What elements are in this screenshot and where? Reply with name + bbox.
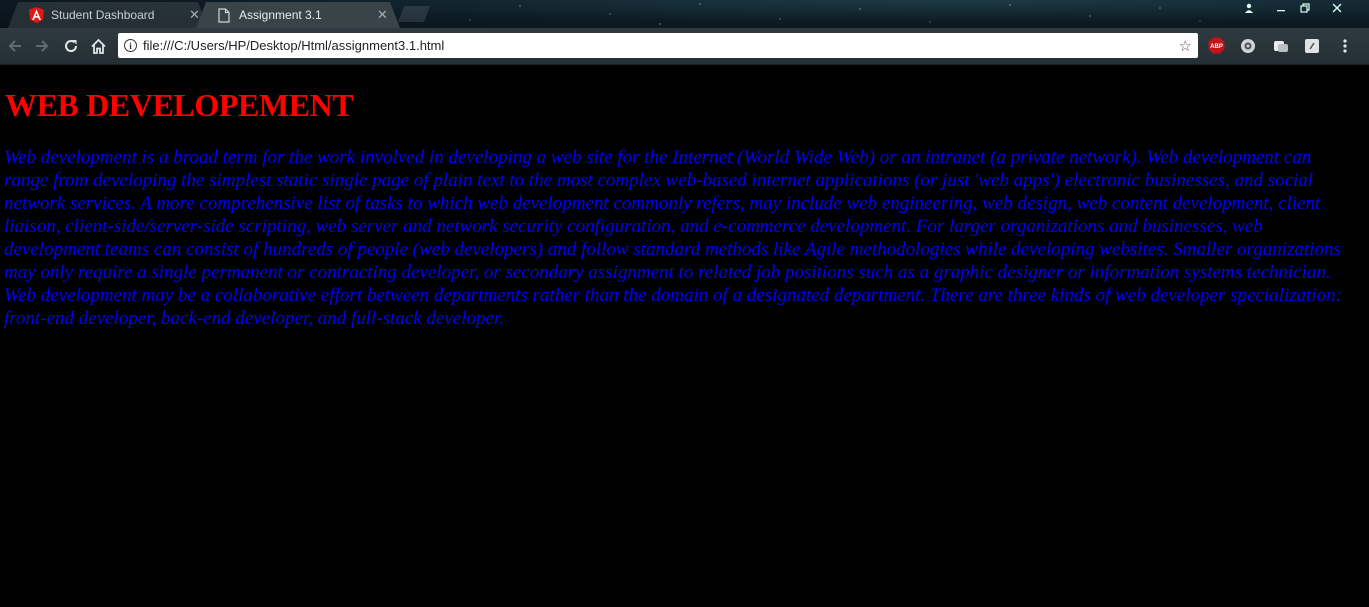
- info-icon[interactable]: i: [124, 39, 137, 52]
- extension-icon[interactable]: [1272, 37, 1289, 54]
- tab-title: Assignment 3.1: [239, 8, 322, 22]
- page-heading: WEB DEVELOPEMENT: [5, 87, 354, 123]
- page-paragraph: Web development is a broad term for the …: [4, 147, 1342, 329]
- svg-text:ABP: ABP: [1210, 44, 1223, 50]
- page-content: WEB DEVELOPEMENT Web development is a br…: [0, 65, 1369, 607]
- url-text: file:///C:/Users/HP/Desktop/Html/assignm…: [143, 38, 445, 53]
- browser-toolbar: i file:///C:/Users/HP/Desktop/Html/assig…: [0, 28, 1369, 65]
- minimize-icon[interactable]: [1268, 0, 1294, 16]
- close-icon[interactable]: ✕: [377, 7, 388, 23]
- bookmark-star-icon[interactable]: ☆: [1179, 37, 1192, 55]
- back-arrow-icon[interactable]: [6, 37, 24, 55]
- angular-icon: [28, 7, 44, 23]
- tab-title: Student Dashboard: [51, 8, 155, 22]
- forward-arrow-icon[interactable]: [33, 37, 51, 55]
- close-window-icon[interactable]: [1324, 0, 1350, 16]
- file-icon: [216, 7, 232, 23]
- profile-icon[interactable]: [1236, 0, 1262, 16]
- tab-assignment-3-1[interactable]: Assignment 3.1 ✕: [196, 2, 400, 28]
- restore-icon[interactable]: [1292, 0, 1318, 16]
- extension-icon[interactable]: [1303, 37, 1320, 54]
- home-icon[interactable]: [89, 37, 107, 55]
- menu-icon[interactable]: [1336, 37, 1354, 55]
- address-bar[interactable]: i file:///C:/Users/HP/Desktop/Html/assig…: [118, 33, 1198, 58]
- extension-icon[interactable]: [1239, 37, 1256, 54]
- tab-student-dashboard[interactable]: Student Dashboard ✕: [8, 2, 208, 28]
- reload-icon[interactable]: [62, 37, 80, 55]
- adblock-plus-icon[interactable]: ABP: [1208, 37, 1225, 54]
- tab-strip: Student Dashboard ✕ Assignment 3.1 ✕: [0, 0, 1369, 28]
